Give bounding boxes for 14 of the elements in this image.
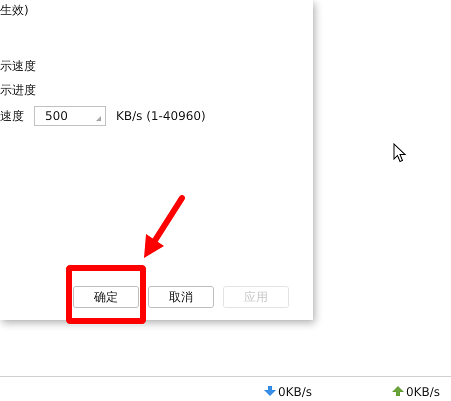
resize-grip-icon — [96, 116, 101, 121]
option-label: 示进度 — [0, 82, 37, 98]
speed-label: 速度 — [0, 108, 24, 124]
note-text: 生效) — [0, 2, 30, 18]
upload-arrow-icon — [392, 386, 404, 396]
speed-text: 0KB/s — [406, 386, 440, 398]
dialog-button[interactable]: 取消 — [148, 286, 214, 308]
option-label: 示速度 — [0, 58, 37, 74]
speed-text: 0KB/s — [278, 386, 312, 398]
mouse-cursor-icon — [393, 143, 406, 163]
speed-input[interactable]: 500 — [34, 106, 106, 126]
download-arrow-icon — [264, 386, 276, 396]
dialog-button[interactable]: 确定 — [73, 286, 139, 308]
speed-unit: KB/s (1-40960) — [116, 108, 206, 124]
